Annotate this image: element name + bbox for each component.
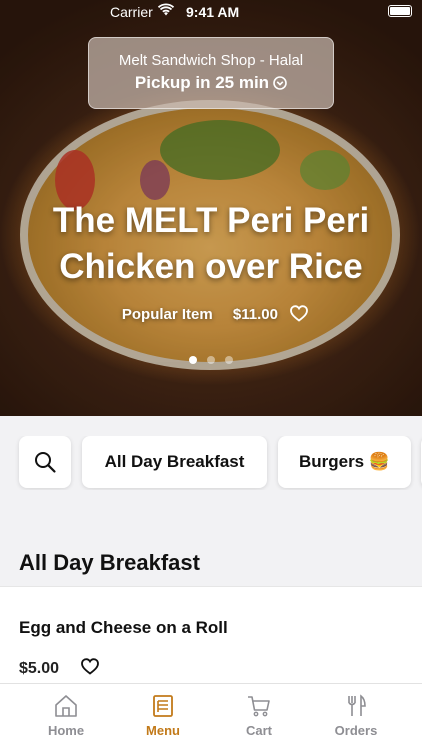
search-icon <box>35 452 56 473</box>
tab-menu-label: Menu <box>146 723 180 738</box>
store-selector[interactable]: Melt Sandwich Shop - Halal Pickup in 25 … <box>88 37 334 109</box>
menu-icon <box>153 695 173 717</box>
popular-badge: Popular Item <box>121 306 213 323</box>
menu-item-name: Egg and Cheese on a Roll <box>19 618 228 637</box>
store-name: Melt Sandwich Shop - Halal <box>118 52 304 69</box>
hero-title-line1: The MELT Peri Peri <box>52 201 370 240</box>
pickup-time: Pickup in 25 min <box>89 73 333 93</box>
heart-icon[interactable] <box>81 658 99 675</box>
menu-item-card[interactable]: Egg and Cheese on a Roll $5.00 <box>0 586 422 687</box>
carousel-dot[interactable] <box>225 356 233 364</box>
hero-title: The MELT Peri Peri Chicken over Rice <box>0 198 422 290</box>
pickup-label: Pickup in 25 min <box>134 73 270 92</box>
carousel-dots[interactable] <box>0 351 422 369</box>
hero-banner[interactable]: Carrier 9:41 AM Melt Sandwich Shop - Hal… <box>0 0 422 416</box>
home-icon <box>55 695 77 717</box>
cart-icon <box>248 696 270 717</box>
tab-cart[interactable]: Cart <box>214 684 304 751</box>
tab-home-label: Home <box>47 723 85 738</box>
tab-bar: Home Menu Cart Orders <box>0 683 422 751</box>
hero-title-line2: Chicken over Rice <box>59 247 363 286</box>
carousel-dot[interactable] <box>207 356 215 364</box>
category-chip-all-day-breakfast[interactable]: All Day Breakfast <box>82 436 267 488</box>
tab-menu[interactable]: Menu <box>118 684 208 751</box>
tab-orders[interactable]: Orders <box>311 684 401 751</box>
hero-price: $11.00 <box>232 306 278 323</box>
carrier-label: Carrier <box>110 4 153 20</box>
menu-item-price: $5.00 <box>19 660 60 677</box>
battery-icon <box>388 5 412 17</box>
tab-orders-label: Orders <box>334 723 378 738</box>
hero-meta: Popular Item $11.00 <box>0 305 422 323</box>
chevron-down-circle-icon <box>273 76 287 90</box>
wifi-icon <box>158 3 174 16</box>
status-bar: Carrier 9:41 AM <box>0 0 422 24</box>
section-title: All Day Breakfast <box>19 550 200 575</box>
clock-label: 9:41 AM <box>186 4 240 20</box>
tab-cart-label: Cart <box>245 723 272 738</box>
category-bar: All Day Breakfast Burgers 🍔 <box>0 436 422 490</box>
heart-icon[interactable] <box>290 305 309 322</box>
carousel-dot[interactable] <box>189 356 197 364</box>
utensils-icon <box>348 694 366 716</box>
category-chip-burgers[interactable]: Burgers 🍔 <box>278 436 411 488</box>
search-button[interactable] <box>19 436 71 488</box>
tab-home[interactable]: Home <box>21 684 111 751</box>
